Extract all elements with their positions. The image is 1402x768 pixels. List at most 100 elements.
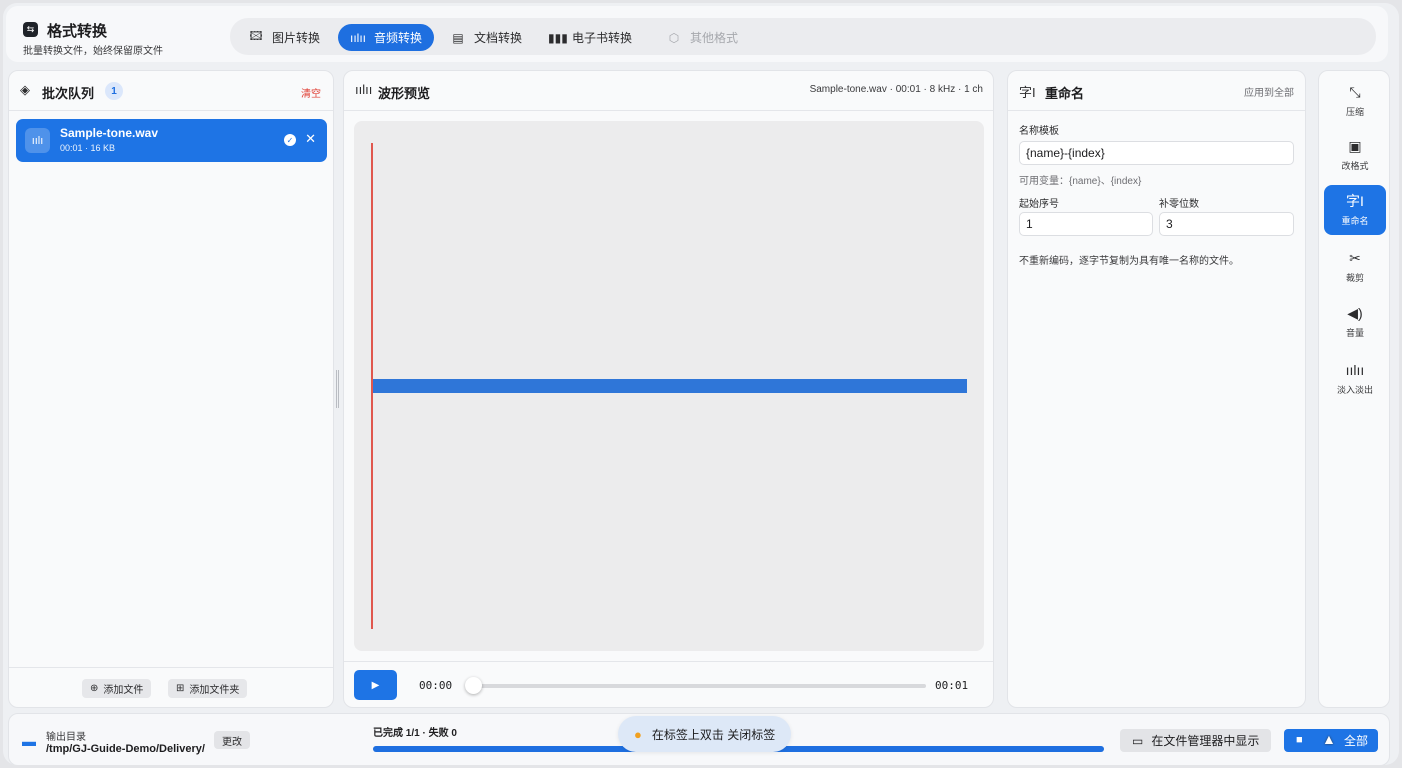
fade-icon: ıılıı	[1345, 362, 1365, 378]
add-file-button[interactable]: ⊕ 添加文件	[82, 679, 152, 698]
compress-icon: ⤡	[1349, 84, 1361, 100]
image-icon: 🖾	[249, 29, 263, 43]
layers-icon: ◈	[20, 82, 30, 97]
add-folder-button[interactable]: ⊞ 添加文件夹	[168, 679, 248, 698]
books-icon: ▮▮▮	[548, 30, 568, 45]
padding-label: 补零位数	[1159, 199, 1199, 210]
preview-title: 波形预览	[378, 86, 431, 101]
mouse-cursor-icon: ▲	[1322, 731, 1336, 747]
waveform-panel: ıılıı 波形预览 Sample-tone.wav · 00:01 · 8 k…	[343, 70, 994, 708]
add-folder-icon: ⊞	[176, 683, 185, 694]
tab-bar: 🖾 图片转换 ıılıı 音频转换 ▤ 文档转换 ▮▮▮ 电子书转换 ⬡ 其他格…	[230, 18, 1376, 55]
tool-label: 改格式	[1341, 161, 1369, 171]
add-file-icon: ⊕	[90, 683, 99, 694]
waveform-icon: ıılıı	[350, 30, 367, 45]
tab-ebook[interactable]: ▮▮▮ 电子书转换	[536, 24, 644, 51]
play-button[interactable]: ▶	[354, 670, 397, 700]
change-output-button[interactable]: 更改	[214, 731, 250, 749]
seek-bar[interactable]	[472, 684, 926, 688]
file-item[interactable]: ıılı Sample-tone.wav 00:01 · 16 KB ✓ ✕	[16, 119, 327, 162]
folder-icon: ▭	[1132, 733, 1144, 748]
rename-header: 字I 重命名 应用到全部	[1008, 71, 1305, 111]
bag-icon: ■	[1296, 734, 1303, 746]
template-input[interactable]: {name}-{index}	[1019, 141, 1294, 165]
queue-count-badge: 1	[105, 82, 123, 100]
tab-audio[interactable]: ıılıı 音频转换	[338, 24, 435, 51]
waveform-icon: ıılıı	[355, 82, 373, 97]
tab-image[interactable]: 🖾 图片转换	[236, 24, 332, 51]
rename-title: 重命名	[1045, 86, 1085, 101]
tool-trim[interactable]: ✂ 裁剪	[1324, 242, 1386, 292]
template-label: 名称模板	[1019, 126, 1059, 137]
folder-icon: ▬	[22, 733, 36, 749]
queue-panel: ◈ 批次队列 1 清空 ıılı Sample-tone.wav 00:01 ·…	[8, 70, 334, 708]
tool-label: 淡入淡出	[1336, 385, 1373, 395]
tab-other[interactable]: ⬡ 其他格式	[654, 24, 750, 51]
audio-meta: Sample-tone.wav · 00:01 · 8 kHz · 1 ch	[809, 84, 983, 95]
file-name: Sample-tone.wav	[60, 126, 159, 140]
app-window: ⇆ 格式转换 批量转换文件，始终保留原文件 🖾 图片转换 ıılıı 音频转换 …	[3, 3, 1399, 765]
tool-label: 音量	[1345, 328, 1364, 338]
variables-hint: 可用变量：{name}、{index}	[1019, 176, 1142, 187]
check-icon: ✓	[284, 134, 296, 146]
rename-panel: 字I 重命名 应用到全部 名称模板 {name}-{index} 可用变量：{n…	[1007, 70, 1306, 708]
tool-label: 裁剪	[1345, 273, 1364, 283]
tab-label: 音频转换	[374, 31, 423, 45]
bottom-bar: ▬ 输出目录 /tmp/GJ-Guide-Demo/Delivery/ 更改 已…	[8, 713, 1390, 765]
speaker-icon: ◀)	[1347, 305, 1363, 321]
waveform-canvas[interactable]	[354, 121, 984, 651]
start-index-label: 起始序号	[1019, 199, 1059, 210]
tab-label: 图片转换	[272, 31, 321, 45]
queue-header: ◈ 批次队列 1 清空	[9, 71, 333, 111]
tab-document[interactable]: ▤ 文档转换	[438, 24, 534, 51]
output-path: /tmp/GJ-Guide-Demo/Delivery/	[46, 743, 205, 755]
tool-rename[interactable]: 字I 重命名	[1324, 185, 1386, 235]
clear-button[interactable]: 清空	[301, 85, 321, 100]
tab-label: 其他格式	[690, 31, 739, 45]
cube-icon: ⬡	[668, 30, 680, 45]
panel-splitter[interactable]	[336, 370, 339, 408]
preview-header: ıılıı 波形预览 Sample-tone.wav · 00:01 · 8 k…	[344, 71, 993, 111]
tool-fade[interactable]: ıılıı 淡入淡出	[1324, 354, 1386, 404]
tool-compress[interactable]: ⤡ 压缩	[1324, 76, 1386, 126]
lightbulb-icon: ●	[634, 726, 642, 742]
apply-all-button[interactable]: 应用到全部	[1244, 84, 1294, 99]
show-in-manager-label: 在文件管理器中显示	[1151, 734, 1260, 748]
player-controls: ▶ 00:00 00:01	[344, 661, 993, 707]
scissors-icon: ✂	[1349, 250, 1361, 266]
run-label: 全部	[1343, 734, 1368, 748]
document-icon: ▤	[452, 30, 464, 45]
rename-note: 不重新编码，逐字节复制为具有唯一名称的文件。	[1019, 256, 1239, 267]
rename-icon: 字I	[1019, 85, 1036, 100]
queue-title: 批次队列	[42, 86, 95, 101]
tool-volume[interactable]: ◀) 音量	[1324, 297, 1386, 347]
file-meta: 00:01 · 16 KB	[60, 143, 116, 153]
total-time: 00:01	[935, 679, 969, 692]
swap-icon: ⇆	[23, 22, 38, 37]
progress-text: 已完成 1/1 · 失败 0	[373, 728, 457, 739]
audio-file-icon: ıılı	[25, 128, 50, 153]
app-header: ⇆ 格式转换 批量转换文件，始终保留原文件 🖾 图片转换 ıılıı 音频转换 …	[6, 6, 1388, 62]
app-subtitle: 批量转换文件，始终保留原文件	[23, 46, 163, 57]
seek-knob[interactable]	[465, 677, 482, 694]
play-icon: ▶	[371, 679, 380, 691]
waveform	[373, 379, 967, 393]
tool-label: 压缩	[1345, 107, 1364, 117]
add-file-label: 添加文件	[103, 685, 144, 696]
add-folder-label: 添加文件夹	[189, 685, 240, 696]
tool-label: 重命名	[1341, 216, 1369, 226]
tool-format[interactable]: ▣ 改格式	[1324, 130, 1386, 180]
tooltip-text: 在标签上双击 关闭标签	[651, 727, 776, 742]
current-time: 00:00	[419, 679, 453, 692]
tab-label: 文档转换	[474, 31, 523, 45]
show-in-file-manager-button[interactable]: ▭ 在文件管理器中显示	[1120, 729, 1272, 752]
rename-icon: 字I	[1346, 193, 1364, 209]
tool-sidebar: ⤡ 压缩 ▣ 改格式 字I 重命名 ✂ 裁剪 ◀) 音量 ıılıı 淡入淡出	[1318, 70, 1390, 708]
output-label: 输出目录	[46, 732, 86, 743]
start-index-input[interactable]: 1	[1019, 212, 1153, 236]
app-title: 格式转换	[47, 23, 108, 40]
tab-label: 电子书转换	[572, 31, 633, 45]
padding-input[interactable]: 3	[1159, 212, 1294, 236]
format-icon: ▣	[1348, 138, 1362, 154]
remove-file-button[interactable]: ✕	[305, 131, 316, 147]
